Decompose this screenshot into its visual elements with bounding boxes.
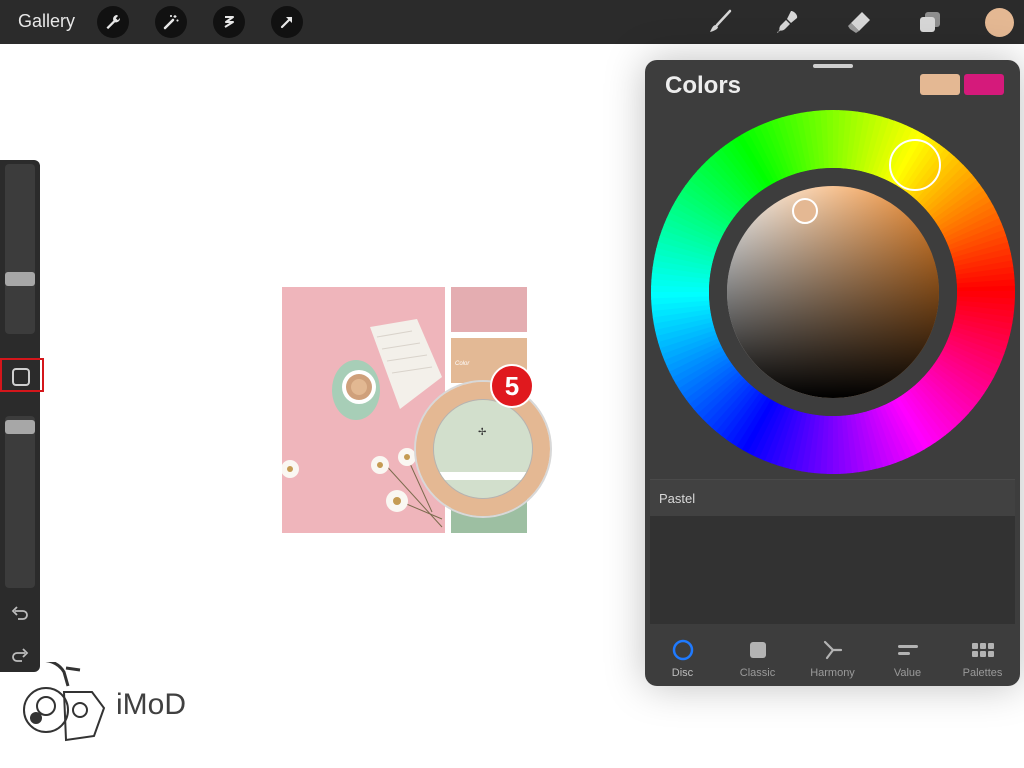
palettes-icon: [972, 643, 994, 657]
eraser-icon[interactable]: [843, 6, 875, 38]
colors-panel: Colors Pastel Disc Classic Harmony Value…: [645, 60, 1020, 686]
tab-harmony[interactable]: Harmony: [795, 630, 870, 686]
brush-icon[interactable]: [704, 6, 736, 38]
undo-icon[interactable]: [10, 603, 30, 623]
primary-color-swatch[interactable]: [920, 74, 960, 95]
imod-watermark: iMoD: [116, 688, 187, 721]
tab-palettes[interactable]: Palettes: [945, 630, 1020, 686]
brush-size-thumb[interactable]: [5, 272, 35, 286]
secondary-color-swatch[interactable]: [964, 74, 1004, 95]
tab-disc[interactable]: Disc: [645, 630, 720, 686]
color-icon[interactable]: [985, 8, 1014, 37]
color-selector[interactable]: [792, 198, 818, 224]
crosshair-icon: ✢: [478, 427, 487, 438]
left-sidebar: [0, 160, 40, 672]
palette-swatches[interactable]: [650, 516, 1015, 624]
disc-icon: [672, 639, 694, 661]
value-icon: [898, 645, 918, 655]
selection-icon[interactable]: [213, 6, 245, 38]
eyedropper-preview: [433, 399, 533, 499]
step-badge: 5: [490, 364, 534, 408]
modify-square-icon: [12, 368, 30, 386]
smudge-icon[interactable]: [772, 6, 804, 38]
color-mode-tabs: Disc Classic Harmony Value Palettes: [645, 630, 1020, 686]
top-toolbar: Gallery: [0, 0, 1024, 44]
opacity-thumb[interactable]: [5, 420, 35, 434]
palette-name: Pastel: [659, 491, 696, 506]
brush-size-slider[interactable]: [5, 164, 35, 334]
tab-classic[interactable]: Classic: [720, 630, 795, 686]
modify-button-highlight[interactable]: [0, 358, 44, 392]
wrench-icon[interactable]: [97, 6, 129, 38]
tab-value[interactable]: Value: [870, 630, 945, 686]
transform-arrow-icon[interactable]: [271, 6, 303, 38]
layers-icon[interactable]: [914, 6, 946, 38]
swatch-pink: [451, 287, 527, 332]
panel-title: Colors: [665, 72, 742, 99]
panel-grab-handle[interactable]: [813, 64, 853, 68]
magic-wand-icon[interactable]: [155, 6, 187, 38]
opacity-slider[interactable]: [5, 416, 35, 588]
imod-logo: [23, 662, 106, 742]
gallery-button[interactable]: Gallery: [18, 11, 75, 32]
harmony-icon: [823, 640, 843, 660]
classic-icon: [750, 642, 766, 658]
swatch-text: Color: [455, 361, 470, 367]
eyedropper-loupe[interactable]: [414, 380, 552, 518]
color-disc[interactable]: [649, 108, 1017, 476]
palette-header[interactable]: Pastel: [650, 479, 1015, 516]
